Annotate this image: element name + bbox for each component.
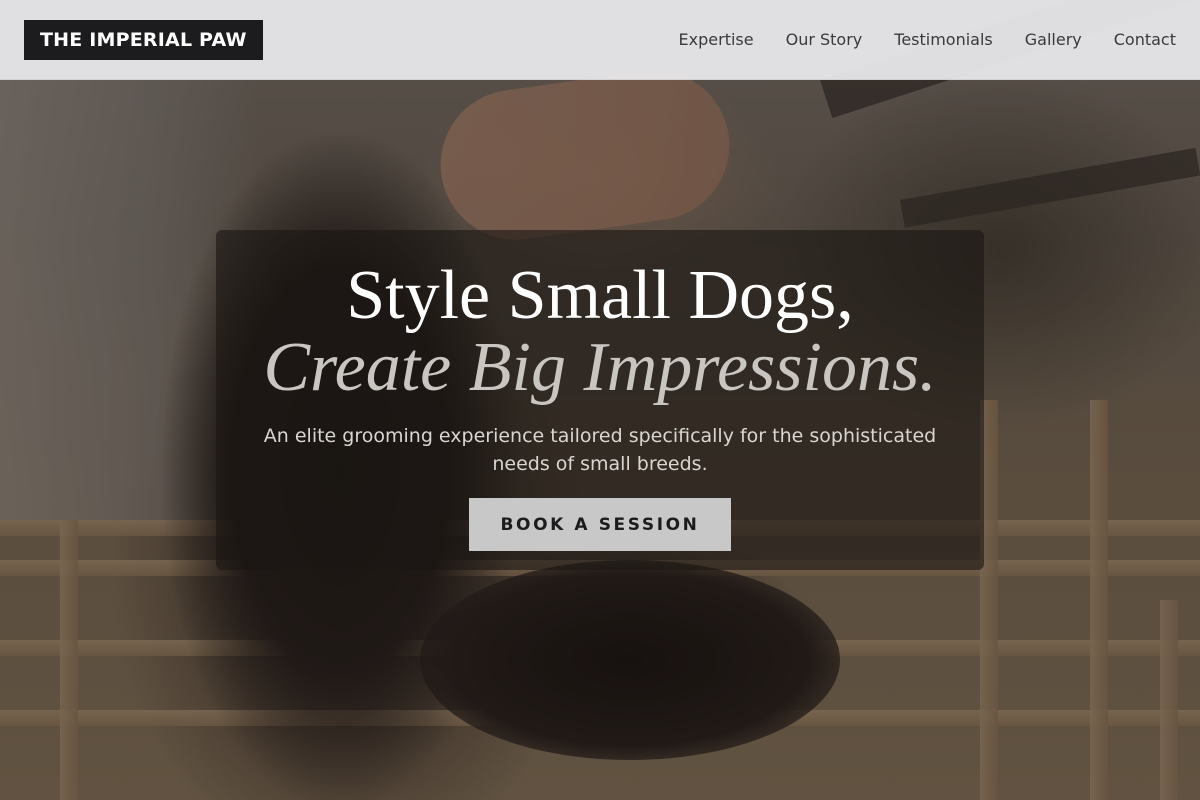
nav-link-our-story[interactable]: Our Story — [786, 30, 863, 49]
hero-headline-italic: Create Big Impressions. — [263, 329, 937, 406]
brand-logo[interactable]: THE IMPERIAL PAW — [24, 19, 263, 60]
nav-link-gallery[interactable]: Gallery — [1025, 30, 1082, 49]
book-session-button[interactable]: BOOK A SESSION — [469, 498, 731, 551]
nav-link-testimonials[interactable]: Testimonials — [894, 30, 993, 49]
site-header: THE IMPERIAL PAW Expertise Our Story Tes… — [0, 0, 1200, 80]
nav-link-expertise[interactable]: Expertise — [679, 30, 754, 49]
hero-subtitle: An elite grooming experience tailored sp… — [263, 425, 937, 475]
hero-headline: Style Small Dogs, — [346, 257, 854, 334]
hero-card: Style Small Dogs, Create Big Impressions… — [216, 230, 984, 570]
main-nav: Expertise Our Story Testimonials Gallery… — [679, 30, 1176, 49]
nav-link-contact[interactable]: Contact — [1114, 30, 1176, 49]
